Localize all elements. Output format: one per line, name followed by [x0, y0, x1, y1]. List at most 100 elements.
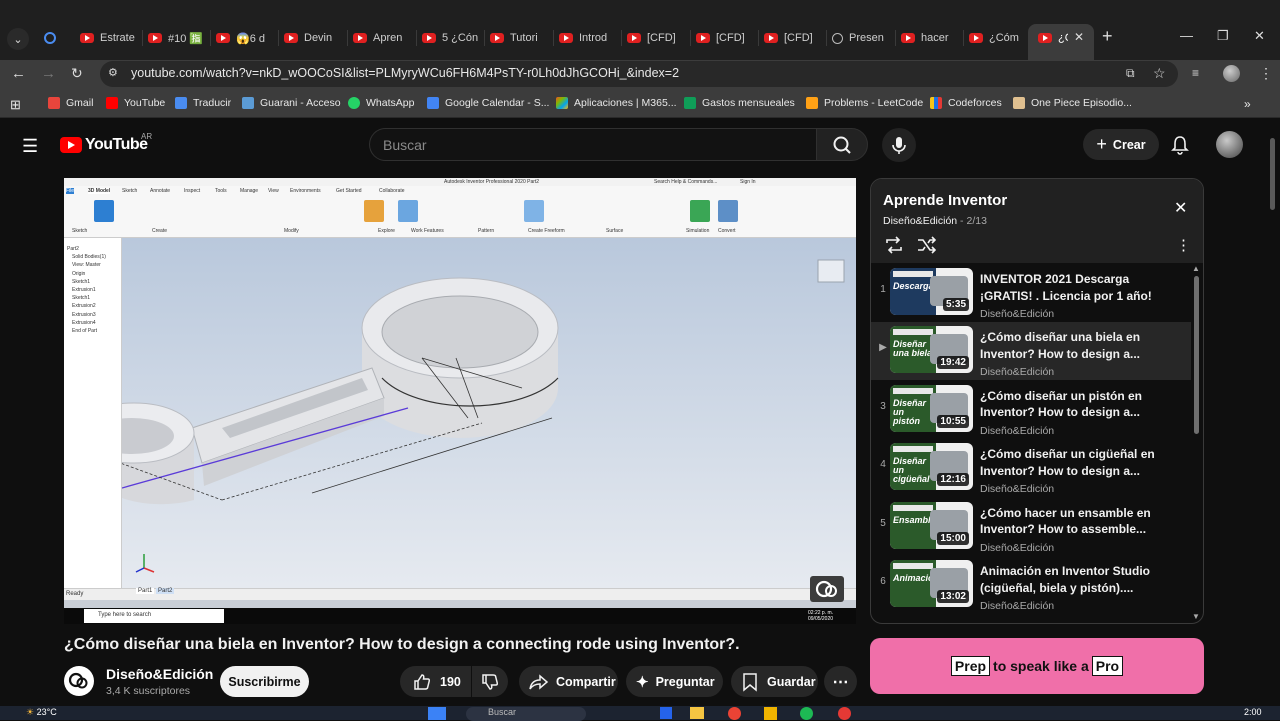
like-button[interactable]: 190 [400, 666, 471, 697]
bookmark-leetcode[interactable]: Problems - LeetCode [806, 97, 923, 109]
tab-google[interactable] [44, 27, 66, 49]
save-button[interactable]: Guardar [731, 666, 818, 697]
maximize-icon[interactable]: ❐ [1217, 28, 1229, 44]
tab-14[interactable]: ¿Cóm [969, 27, 1031, 49]
bookmark-codeforces[interactable]: Codeforces [930, 97, 1002, 109]
bookmark-traducir[interactable]: Traducir [175, 97, 231, 109]
install-app-icon[interactable]: ⧉ [1126, 66, 1135, 81]
playlist-item-title: ¿Cómo diseñar un cigüeñal en Inventor? H… [980, 447, 1155, 478]
tab-close-icon[interactable]: ✕ [1074, 30, 1084, 44]
weather-widget[interactable]: ☀ 23°C [26, 707, 57, 718]
playlist-item-partial[interactable] [871, 616, 1191, 624]
tab-8[interactable]: Introd [559, 27, 621, 49]
playlist-item[interactable]: 6 Animación 13:02 Animación en Inventor Stu… [871, 556, 1191, 614]
taskview-icon[interactable] [660, 707, 672, 719]
file-explorer-icon[interactable] [690, 707, 704, 719]
channel-name[interactable]: Diseño&Edición [106, 666, 213, 682]
model-tree-item: End of Part [72, 328, 98, 334]
windows-start-icon[interactable] [428, 707, 446, 720]
close-playlist-icon[interactable]: ✕ [1174, 198, 1187, 218]
media-controls-icon[interactable]: ≡ [1192, 66, 1199, 80]
playlist-scrollbar[interactable] [1194, 276, 1199, 434]
channel-avatar[interactable] [64, 666, 94, 696]
search-button[interactable] [816, 128, 868, 161]
tab-7[interactable]: Tutori [490, 27, 552, 49]
spotify-icon[interactable] [800, 707, 813, 720]
playlist-item[interactable]: 4 Diseñar un cigüeñal 12:16 ¿Cómo diseñar u… [871, 439, 1191, 497]
video-duration: 10:55 [937, 414, 969, 428]
app-icon[interactable] [764, 707, 777, 720]
subscribe-button[interactable]: Suscribirme [220, 666, 309, 697]
bookmark-google-calendar[interactable]: Google Calendar - S... [427, 97, 549, 109]
tab-1[interactable]: Estrate [80, 27, 142, 49]
playlist-item[interactable]: 1 Descarga 5:35 INVENTOR 2021 Descarga ¡GRA… [871, 264, 1191, 322]
thumbnail-banner [893, 329, 933, 336]
playlist-item-title: Animación en Inventor Studio (cigüeñal, … [980, 564, 1151, 595]
bookmark-gmail[interactable]: Gmail [48, 97, 93, 109]
tab-separator [347, 30, 348, 46]
bookmark-guarani[interactable]: Guarani - Acceso [242, 97, 341, 109]
chrome-icon[interactable] [728, 707, 741, 720]
dislike-button[interactable] [472, 666, 508, 697]
account-avatar[interactable] [1216, 131, 1243, 158]
tab-2[interactable]: #10 🈯 [148, 27, 210, 49]
tab-11[interactable]: [CFD] [764, 27, 826, 49]
video-player[interactable]: Autodesk Inventor Professional 2020 Part… [64, 178, 856, 624]
playlist-item[interactable]: 5 Ensamble 15:00 ¿Cómo hacer un ensamble en… [871, 498, 1191, 556]
ask-button[interactable]: ✦ Preguntar [626, 666, 723, 697]
youtube-icon [559, 33, 573, 43]
site-info-icon[interactable]: ⚙ [108, 66, 118, 79]
playlist-item[interactable]: 3 Diseñar un pistón 10:55 ¿Cómo diseñar un … [871, 381, 1191, 439]
apps-grid-icon[interactable]: ⊞ [10, 97, 21, 113]
bookmark-m365[interactable]: Aplicaciones | M365... [556, 97, 677, 109]
os-clock[interactable]: 2:00 [1244, 707, 1262, 717]
youtube-logo[interactable]: YouTube [60, 136, 148, 154]
tab-10[interactable]: [CFD] [696, 27, 758, 49]
url-text[interactable]: youtube.com/watch?v=nkD_wOOCoSI&list=PLM… [131, 66, 679, 80]
bookmark-one-piece[interactable]: One Piece Episodio... [1013, 97, 1132, 109]
hamburger-menu-icon[interactable]: ☰ [22, 136, 38, 157]
tab-13[interactable]: hacer [901, 27, 963, 49]
plane-tool-icon [398, 200, 418, 222]
tab-4[interactable]: Devin [284, 27, 346, 49]
os-search[interactable]: Buscar [466, 707, 586, 721]
tab-5[interactable]: Apren [353, 27, 415, 49]
reload-icon[interactable]: ↻ [71, 65, 83, 82]
bookmark-star-icon[interactable]: ☆ [1153, 65, 1166, 82]
ad-banner[interactable]: Prep to speak like a Pro [870, 638, 1204, 694]
app-icon-red[interactable] [838, 707, 851, 720]
playlist-channel[interactable]: Diseño&Edición [883, 215, 957, 227]
minimize-icon[interactable]: — [1180, 28, 1193, 43]
create-button[interactable]: + Crear [1083, 129, 1159, 160]
loop-button[interactable] [883, 235, 905, 260]
ribbon-tab: View [268, 188, 279, 194]
playlist-item[interactable]: ▶ Diseñar una biela 19:42 ¿Cómo diseñar una… [871, 322, 1191, 381]
profile-avatar[interactable] [1223, 65, 1240, 82]
browser-menu-icon[interactable]: ⋮ [1259, 65, 1273, 82]
back-icon[interactable]: ← [11, 65, 26, 82]
bookmark-gastos[interactable]: Gastos mensueales [684, 97, 795, 109]
forward-icon[interactable]: → [41, 65, 56, 82]
tab-12[interactable]: Presen [832, 27, 894, 49]
search-input[interactable] [369, 128, 816, 161]
scroll-down-icon[interactable]: ▼ [1192, 612, 1200, 621]
tab-3[interactable]: 😱6 d [216, 27, 278, 49]
tab-6[interactable]: 5 ¿Cón [422, 27, 484, 49]
tab-9[interactable]: [CFD] [627, 27, 689, 49]
share-button[interactable]: Compartir [519, 666, 618, 697]
playlist-menu-icon[interactable]: ⋮ [1176, 236, 1191, 254]
bookmark-youtube[interactable]: YouTube [106, 97, 165, 109]
scroll-up-icon[interactable]: ▲ [1192, 264, 1200, 273]
voice-search-button[interactable] [882, 128, 916, 162]
playlist-title[interactable]: Aprende Inventor [883, 192, 1007, 209]
more-bookmarks-icon[interactable]: » [1244, 97, 1251, 111]
ribbon-tab: Annotate [150, 188, 171, 194]
bookmark-whatsapp[interactable]: WhatsApp [348, 97, 414, 109]
shuffle-button[interactable] [916, 235, 938, 260]
page-scrollbar[interactable] [1270, 138, 1275, 210]
tab-search-dropdown-icon[interactable]: ⌄ [7, 28, 29, 50]
new-tab-icon[interactable]: + [1102, 26, 1113, 47]
close-window-icon[interactable]: ✕ [1254, 28, 1265, 44]
more-actions-icon[interactable]: ⋯ [824, 666, 857, 697]
notifications-button[interactable] [1170, 134, 1190, 161]
